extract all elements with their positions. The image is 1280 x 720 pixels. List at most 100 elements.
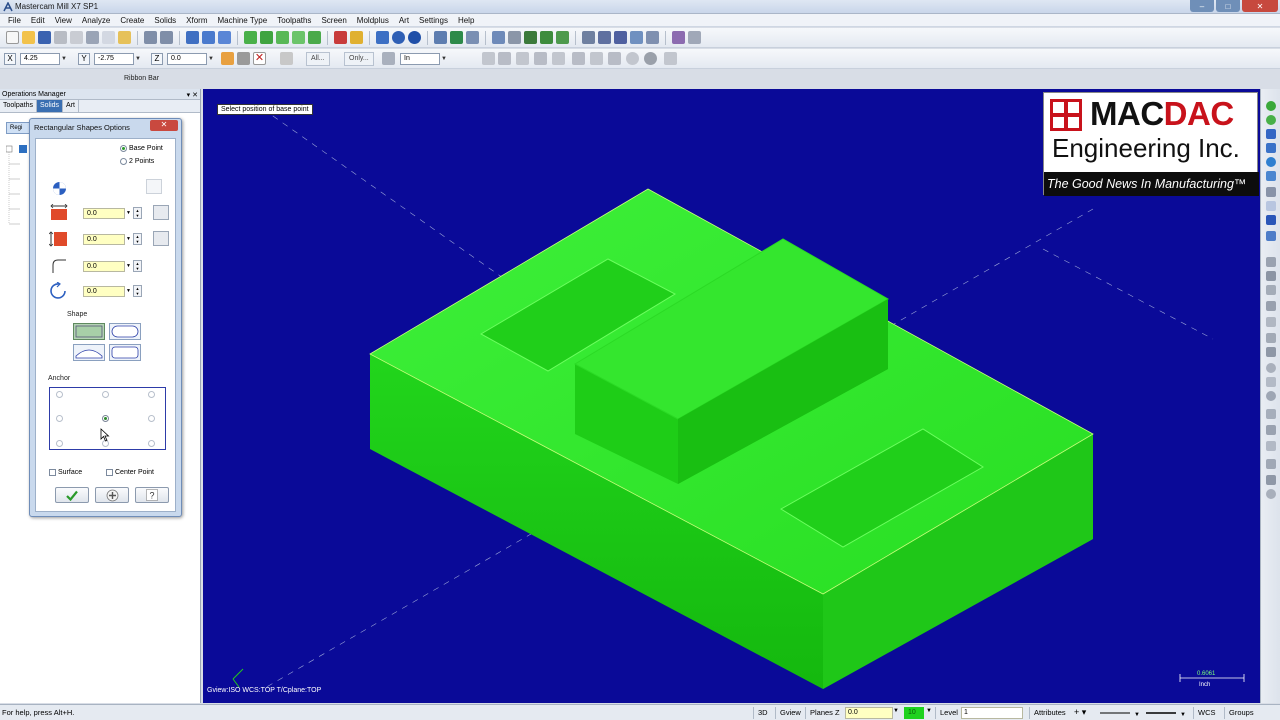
menu-machine-type[interactable]: Machine Type: [213, 16, 273, 25]
solid-cylinder-icon[interactable]: [260, 31, 273, 44]
shape-d-shape-button[interactable]: [73, 344, 105, 361]
toolpath-icon[interactable]: [450, 31, 463, 44]
solid-sphere-icon[interactable]: [276, 31, 289, 44]
trim-icon[interactable]: [492, 31, 505, 44]
select-tool-5-icon[interactable]: [552, 52, 565, 65]
line-icon[interactable]: [508, 31, 521, 44]
surface-option[interactable]: Surface: [49, 469, 82, 476]
height-dropdown[interactable]: ▼: [125, 234, 132, 245]
rb-tool-13-icon[interactable]: [1266, 441, 1276, 451]
menu-solids[interactable]: Solids: [149, 16, 181, 25]
rb-globe-icon[interactable]: [1266, 157, 1276, 167]
color-icon[interactable]: [334, 31, 347, 44]
corner-radius-spinner[interactable]: ▲ ▼: [133, 260, 142, 272]
line-width-icon[interactable]: ▼: [1144, 708, 1190, 718]
menu-toolpaths[interactable]: Toolpaths: [272, 16, 316, 25]
rotation-spinner[interactable]: ▲ ▼: [133, 285, 142, 297]
region-button[interactable]: Regi: [6, 122, 30, 134]
rb-list-icon[interactable]: [1266, 215, 1276, 225]
menu-art[interactable]: Art: [394, 16, 414, 25]
rb-tool-7-icon[interactable]: [1266, 347, 1276, 357]
height-input[interactable]: 0.0: [83, 234, 125, 245]
anchor-bottom-left[interactable]: [56, 440, 63, 447]
open-folder-icon[interactable]: [22, 31, 35, 44]
z-coord-label[interactable]: Z: [151, 53, 163, 65]
ok-button[interactable]: [55, 487, 89, 503]
point-icon[interactable]: [524, 31, 537, 44]
z-dropdown-arrow[interactable]: ▼: [207, 53, 215, 65]
print-icon[interactable]: [54, 31, 67, 44]
scale-icon[interactable]: [630, 31, 643, 44]
rb-save-view-icon[interactable]: [1266, 129, 1276, 139]
select-tool-8-icon[interactable]: [608, 52, 621, 65]
settings-icon[interactable]: [672, 31, 685, 44]
help-icon[interactable]: [280, 52, 293, 65]
zoom-icon[interactable]: [218, 31, 231, 44]
menu-screen[interactable]: Screen: [316, 16, 351, 25]
zoom-window-icon[interactable]: [202, 31, 215, 44]
menu-edit[interactable]: Edit: [26, 16, 50, 25]
y-coord-input[interactable]: -2.75: [94, 53, 134, 65]
rb-tool-16-icon[interactable]: [1266, 489, 1276, 499]
y-dropdown-arrow[interactable]: ▼: [134, 53, 142, 65]
rb-view-icon[interactable]: [1266, 143, 1276, 153]
rb-layer-icon[interactable]: [1266, 171, 1276, 181]
rotation-dropdown[interactable]: ▼: [125, 286, 132, 297]
color-swatch[interactable]: 10: [904, 707, 924, 719]
width-dropdown[interactable]: ▼: [125, 208, 132, 219]
selection-icon[interactable]: [382, 52, 395, 65]
menu-help[interactable]: Help: [453, 16, 479, 25]
maximize-button[interactable]: □: [1216, 0, 1240, 12]
units-dropdown-arrow[interactable]: ▼: [440, 53, 448, 65]
minimize-button[interactable]: –: [1190, 0, 1214, 12]
rb-page-icon[interactable]: [1266, 201, 1276, 211]
base-point-radio[interactable]: [120, 145, 127, 152]
pencil-icon[interactable]: [350, 31, 363, 44]
rb-undo-icon[interactable]: [1266, 187, 1276, 197]
undo-icon[interactable]: [144, 31, 157, 44]
only-button[interactable]: Only...: [344, 52, 374, 66]
verify-icon[interactable]: [466, 31, 479, 44]
rb-tool-3-icon[interactable]: [1266, 285, 1276, 295]
anchor-top-center[interactable]: [102, 391, 109, 398]
surface-checkbox[interactable]: [49, 469, 56, 476]
rb-tool-4-icon[interactable]: [1266, 301, 1276, 311]
cancel-x-icon[interactable]: ✕: [253, 52, 266, 65]
units-select[interactable]: In: [400, 53, 440, 65]
fillet-icon[interactable]: [556, 31, 569, 44]
rotate-icon[interactable]: [614, 31, 627, 44]
center-point-option[interactable]: Center Point: [106, 469, 154, 476]
mirror-icon[interactable]: [598, 31, 611, 44]
anchor-middle-right[interactable]: [148, 415, 155, 422]
tab-art[interactable]: Art: [63, 100, 79, 112]
menu-settings[interactable]: Settings: [414, 16, 453, 25]
z-depth-dropdown-arrow[interactable]: ▼: [893, 708, 899, 714]
wireframe-sphere-icon[interactable]: [408, 31, 421, 44]
select-tool-11-icon[interactable]: [664, 52, 677, 65]
planes-button[interactable]: Planes: [805, 707, 833, 719]
menu-xform[interactable]: Xform: [181, 16, 212, 25]
select-tool-3-icon[interactable]: [516, 52, 529, 65]
two-points-radio[interactable]: [120, 158, 127, 165]
two-points-option[interactable]: 2 Points: [120, 158, 154, 165]
copy-icon[interactable]: [102, 31, 115, 44]
groups-button[interactable]: Groups: [1224, 707, 1254, 719]
solid-cone-icon[interactable]: [292, 31, 305, 44]
rb-sphere-icon[interactable]: [1266, 115, 1276, 125]
height-spinner[interactable]: ▲ ▼: [133, 233, 142, 245]
rb-tool-12-icon[interactable]: [1266, 425, 1276, 435]
anchor-top-right[interactable]: [148, 391, 155, 398]
new-file-icon[interactable]: [6, 31, 19, 44]
menu-create[interactable]: Create: [115, 16, 149, 25]
rb-tool-10-icon[interactable]: [1266, 391, 1276, 401]
width-input[interactable]: 0.0: [83, 208, 125, 219]
rb-tool-11-icon[interactable]: [1266, 409, 1276, 419]
base-point-option[interactable]: Base Point: [120, 145, 163, 152]
panel-close-icon[interactable]: ▾ ✕: [187, 90, 198, 101]
tab-toolpaths[interactable]: Toolpaths: [0, 100, 37, 112]
rb-tool-9-icon[interactable]: [1266, 377, 1276, 387]
transform-icon[interactable]: [582, 31, 595, 44]
rb-tool-6-icon[interactable]: [1266, 333, 1276, 343]
rb-axis-icon[interactable]: [1266, 231, 1276, 241]
level-label[interactable]: Level: [935, 707, 958, 719]
